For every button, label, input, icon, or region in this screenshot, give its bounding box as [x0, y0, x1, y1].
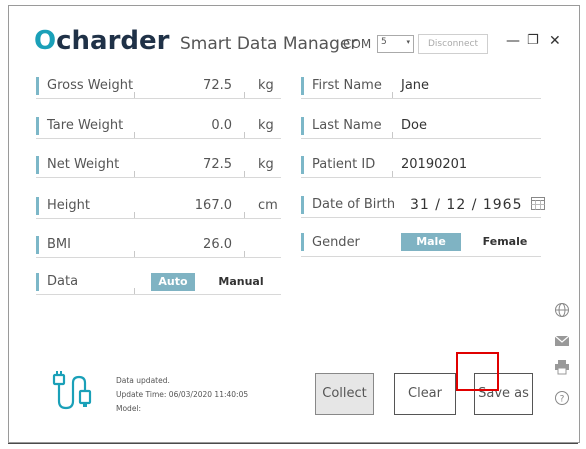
printer-icon[interactable] — [554, 359, 570, 375]
field-accent-bar — [36, 117, 39, 135]
com-port-select[interactable]: 5 ▾ — [377, 35, 414, 53]
usb-cable-icon — [52, 371, 92, 410]
field-accent-bar — [301, 156, 304, 174]
field-accent-bar — [301, 196, 304, 214]
globe-icon[interactable] — [554, 302, 570, 318]
field-underline — [36, 98, 281, 99]
field-separator — [392, 171, 393, 177]
field-underline — [36, 257, 281, 258]
field-separator — [392, 132, 393, 138]
field-accent-bar — [301, 233, 304, 251]
model-label: Model: — [116, 404, 142, 413]
app-title: Smart Data Manager — [180, 34, 358, 54]
manual-toggle[interactable]: Manual — [214, 273, 268, 291]
svg-text:?: ? — [560, 395, 565, 405]
field-label: Date of Birth — [312, 197, 396, 212]
field-accent-bar — [36, 197, 39, 215]
gender-label: Gender — [312, 235, 360, 250]
field-separator — [392, 92, 393, 98]
disconnect-button[interactable]: Disconnect — [418, 34, 488, 54]
minimize-button[interactable]: — — [506, 33, 520, 49]
field-accent-bar — [36, 273, 39, 291]
field-separator — [134, 251, 135, 257]
first-name-value[interactable]: Jane — [401, 78, 429, 93]
field-underline — [301, 217, 541, 218]
auto-toggle[interactable]: Auto — [151, 273, 195, 291]
field-underline — [36, 138, 281, 139]
chevron-down-icon: ▾ — [406, 38, 410, 46]
field-underline — [36, 177, 281, 178]
field-separator — [134, 92, 135, 98]
field-unit: kg — [258, 78, 274, 93]
patient-id-value[interactable]: 20190201 — [401, 157, 467, 172]
update-time: Update Time: 06/03/2020 11:40:05 — [116, 390, 249, 399]
data-mode-label: Data — [47, 274, 79, 289]
mail-icon[interactable] — [554, 333, 570, 349]
field-underline — [301, 177, 541, 178]
field-label: First Name — [312, 78, 382, 93]
clear-button[interactable]: Clear — [394, 373, 456, 415]
field-separator — [134, 212, 135, 218]
field-value[interactable]: 167.0 — [172, 198, 232, 213]
field-accent-bar — [36, 156, 39, 174]
field-accent-bar — [301, 117, 304, 135]
field-accent-bar — [36, 236, 39, 254]
female-toggle[interactable]: Female — [477, 233, 533, 251]
field-value[interactable]: 72.5 — [172, 157, 232, 172]
field-separator — [134, 288, 135, 294]
last-name-value[interactable]: Doe — [401, 118, 427, 133]
field-underline — [301, 98, 541, 99]
field-value[interactable]: 26.0 — [172, 237, 232, 252]
field-unit: kg — [258, 118, 274, 133]
field-label: Gross Weight — [47, 78, 134, 93]
field-label: Height — [47, 198, 90, 213]
field-value[interactable]: 0.0 — [172, 118, 232, 133]
field-value[interactable]: 72.5 — [172, 78, 232, 93]
field-unit: cm — [258, 198, 278, 213]
field-accent-bar — [301, 77, 304, 95]
field-underline — [301, 256, 541, 257]
field-unit: kg — [258, 157, 274, 172]
collect-button[interactable]: Collect — [315, 373, 374, 415]
field-separator — [244, 212, 245, 218]
field-separator — [134, 132, 135, 138]
date-of-birth-value[interactable]: 31 / 12 / 1965 — [410, 197, 523, 213]
field-separator — [244, 171, 245, 177]
window-bottom-border — [8, 443, 578, 444]
field-underline — [301, 138, 541, 139]
field-label: BMI — [47, 237, 71, 252]
status-message: Data updated. — [116, 376, 170, 385]
field-label: Last Name — [312, 118, 382, 133]
field-separator — [134, 171, 135, 177]
field-underline — [36, 218, 281, 219]
field-label: Tare Weight — [47, 118, 124, 133]
field-separator — [244, 251, 245, 257]
field-accent-bar — [36, 77, 39, 95]
field-underline — [36, 294, 281, 295]
field-label: Net Weight — [47, 157, 120, 172]
restore-button[interactable]: ❐ — [527, 33, 539, 48]
close-button[interactable]: ✕ — [549, 33, 561, 49]
charder-logo: Ocharder — [34, 26, 170, 56]
field-separator — [244, 132, 245, 138]
help-icon[interactable]: ? — [554, 390, 570, 406]
field-separator — [244, 92, 245, 98]
calendar-icon[interactable] — [531, 197, 545, 210]
male-toggle[interactable]: Male — [401, 233, 461, 251]
com-label: COM — [343, 37, 372, 51]
field-label: Patient ID — [312, 157, 376, 172]
highlight-box — [456, 352, 499, 391]
com-port-value: 5 — [381, 37, 387, 47]
